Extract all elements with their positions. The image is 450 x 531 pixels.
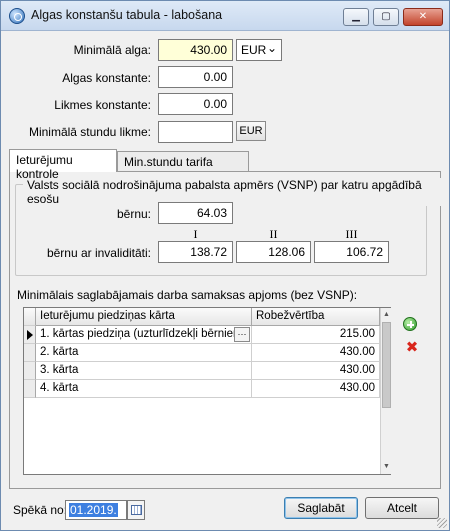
disabled-allowance-ii-field[interactable]: 128.06 xyxy=(236,241,311,263)
maximize-button[interactable]: ▢ xyxy=(373,8,399,26)
save-button[interactable]: Saglabāt xyxy=(284,497,358,519)
chevron-down-icon: ⌄ xyxy=(266,41,277,55)
grid-cell-name[interactable]: 4. kārta xyxy=(36,380,252,398)
valid-from-field[interactable]: 01.2019. xyxy=(65,500,127,520)
cancel-button[interactable]: Atcelt xyxy=(365,497,439,519)
grid-cell-value[interactable]: 430.00 xyxy=(252,362,380,380)
table-row[interactable]: 1. kārtas piedziņa (uzturlīdzekļi bērnie… xyxy=(24,326,380,344)
scroll-down-icon[interactable]: ▼ xyxy=(382,461,391,473)
disabled-children-label: bērnu ar invaliditāti: xyxy=(46,246,151,260)
row-indicator xyxy=(24,344,36,362)
window-title: Algas konstanšu tabula - labošana xyxy=(31,8,223,22)
close-button[interactable]: ✕ xyxy=(403,8,443,26)
grid-cell-name[interactable]: 2. kārta xyxy=(36,344,252,362)
children-label: bērnu: xyxy=(116,207,151,221)
delete-row-icon[interactable]: ✖ xyxy=(405,340,419,355)
calendar-button[interactable] xyxy=(127,500,145,520)
table-row[interactable]: 3. kārta 430.00 xyxy=(24,362,380,380)
salary-constant-field[interactable]: 0.00 xyxy=(158,66,233,88)
currency-select[interactable]: EUR ⌄ xyxy=(236,39,282,61)
tab-deduction-control[interactable]: Ieturējumu kontrole xyxy=(9,149,117,181)
app-icon xyxy=(9,8,25,24)
hourly-currency-button[interactable]: EUR xyxy=(236,121,266,141)
min-wage-label: Minimālā alga: xyxy=(73,43,151,57)
minimize-button[interactable]: ▁ xyxy=(343,8,369,26)
calendar-icon xyxy=(131,505,142,515)
min-hourly-rate-label: Minimālā stundu likme: xyxy=(28,125,151,139)
children-allowance-field[interactable]: 64.03 xyxy=(158,202,233,224)
min-hourly-rate-field[interactable] xyxy=(158,121,233,143)
grid-header-row: Ieturējumu piedziņas kārta Robežvērtība xyxy=(24,308,380,326)
grid-cell-name[interactable]: 1. kārtas piedziņa (uzturlīdzekļi bērnie… xyxy=(36,326,252,344)
currency-value: EUR xyxy=(241,43,267,57)
row-indicator xyxy=(24,362,36,380)
min-wage-field[interactable]: 430.00 xyxy=(158,39,233,61)
table-row[interactable]: 2. kārta 430.00 xyxy=(24,344,380,362)
rate-constant-field[interactable]: 0.00 xyxy=(158,93,233,115)
grid-header-name[interactable]: Ieturējumu piedziņas kārta xyxy=(36,308,252,326)
deduction-grid[interactable]: Ieturējumu piedziņas kārta Robežvērtība … xyxy=(23,307,391,475)
grid-cell-value[interactable]: 215.00 xyxy=(252,326,380,344)
grid-corner xyxy=(24,308,36,326)
table-row[interactable]: 4. kārta 430.00 xyxy=(24,380,380,398)
add-row-icon[interactable] xyxy=(403,317,417,331)
grid-cell-value[interactable]: 430.00 xyxy=(252,380,380,398)
grid-vertical-scrollbar[interactable]: ▲ ▼ xyxy=(380,308,391,474)
valid-from-label: Spēkā no: xyxy=(13,503,68,517)
grid-title: Minimālais saglabājamais darba samaksas … xyxy=(17,288,358,302)
column-header-iii: III xyxy=(345,227,358,241)
salary-constant-label: Algas konstante: xyxy=(62,71,151,85)
ellipsis-icon[interactable]: ··· xyxy=(234,327,250,342)
scroll-thumb[interactable] xyxy=(382,322,391,408)
row-pointer-icon xyxy=(24,326,36,344)
dialog-window: Algas konstanšu tabula - labošana ▁ ▢ ✕ … xyxy=(0,0,450,531)
grid-header-value[interactable]: Robežvērtība xyxy=(252,308,380,326)
valid-from-value: 01.2019. xyxy=(69,503,118,517)
disabled-allowance-iii-field[interactable]: 106.72 xyxy=(314,241,389,263)
vsnp-group-title: Valsts sociālā nodrošinājuma pabalsta ap… xyxy=(23,178,449,206)
scroll-up-icon[interactable]: ▲ xyxy=(382,309,391,321)
disabled-allowance-i-field[interactable]: 138.72 xyxy=(158,241,233,263)
row-indicator xyxy=(24,380,36,398)
grid-cell-value[interactable]: 430.00 xyxy=(252,344,380,362)
column-header-i: I xyxy=(193,227,198,241)
column-header-ii: II xyxy=(269,227,278,241)
resize-grip[interactable] xyxy=(437,518,447,528)
grid-cell-name[interactable]: 3. kārta xyxy=(36,362,252,380)
rate-constant-label: Likmes konstante: xyxy=(54,98,151,112)
title-bar[interactable]: Algas konstanšu tabula - labošana ▁ ▢ ✕ xyxy=(1,1,449,31)
tab-min-hourly-rates[interactable]: Min.stundu tarifa likmes xyxy=(117,151,249,183)
